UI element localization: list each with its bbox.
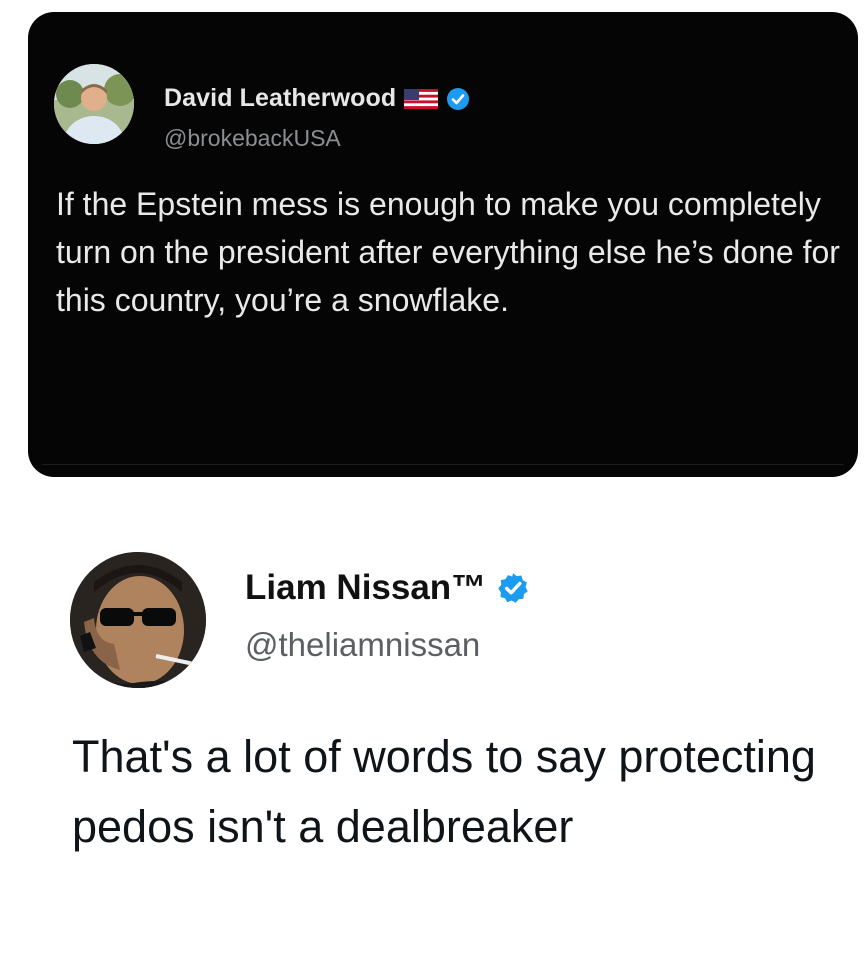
author-handle[interactable]: @theliamnissan xyxy=(245,626,480,664)
us-flag-icon xyxy=(404,88,439,109)
tweet-text: If the Epstein mess is enough to make yo… xyxy=(56,186,840,318)
divider xyxy=(42,464,844,465)
verified-badge-icon xyxy=(447,87,470,110)
reply-tweet-card[interactable]: Liam Nissan™ @theliamnissan That's a lot… xyxy=(0,500,864,977)
author-name[interactable]: Liam Nissan™ xyxy=(245,568,486,608)
avatar[interactable] xyxy=(54,64,134,144)
quoted-tweet-card[interactable]: David Leatherwood @brokebackUSA If the E… xyxy=(28,12,858,477)
author-name[interactable]: David Leatherwood xyxy=(164,84,396,113)
avatar[interactable] xyxy=(70,552,206,688)
tweet-text: That's a lot of words to say protecting … xyxy=(72,731,816,852)
author-handle[interactable]: @brokebackUSA xyxy=(164,125,341,152)
verified-badge-icon xyxy=(498,573,528,603)
